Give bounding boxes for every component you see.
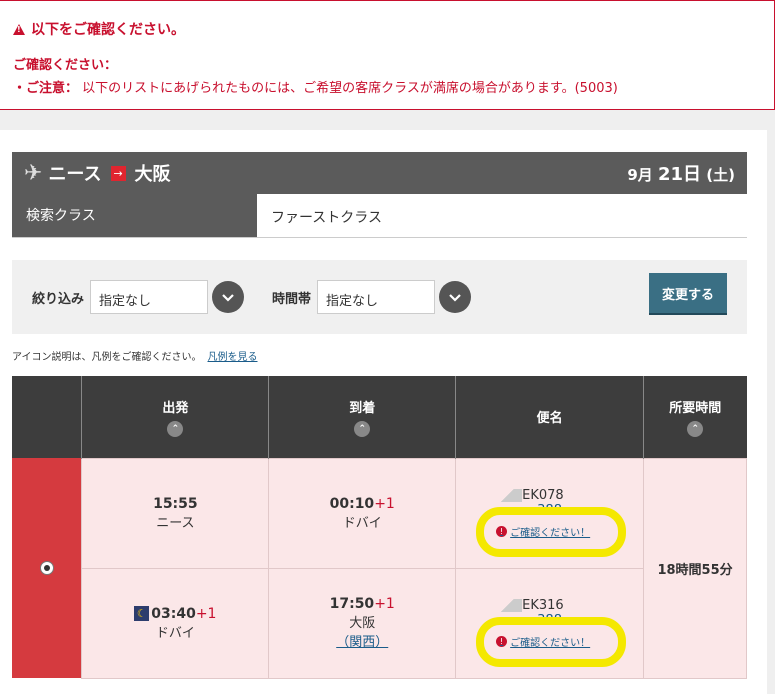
alert-subheading: ご確認ください： — [13, 58, 118, 73]
confirm-link[interactable]: ! ご確認ください！ — [496, 634, 643, 649]
route-arrow-icon: → — [110, 165, 126, 181]
route-origin: ニース — [48, 164, 102, 185]
results-panel: ✈ ニース → 大阪 9月 21日 (土) 検索クラス ファーストクラス 絞り込… — [0, 130, 767, 694]
arr-airport-link[interactable]: （関西） — [269, 631, 455, 650]
airline-tail-icon — [496, 488, 523, 502]
arrive-cell: 17:50+1 大阪 （関西） — [268, 567, 457, 679]
date-weekday: (土) — [706, 166, 735, 184]
date-month: 9月 — [627, 166, 653, 184]
arrive-header[interactable]: 到着 ⌃ — [268, 376, 457, 458]
arrive-header-label: 到着 — [349, 400, 376, 416]
depart-cell: 15:55 ニース — [81, 457, 270, 569]
dep-time: 03:40 — [151, 605, 196, 622]
depart-cell: ☾ 03:40+1 ドバイ — [81, 567, 270, 679]
narrow-label: 絞り込み — [32, 291, 85, 307]
depart-header-label: 出発 — [162, 400, 189, 416]
legend-link[interactable]: 凡例を見る — [208, 352, 258, 363]
narrow-select[interactable]: 指定なし — [90, 280, 209, 314]
legend-note: アイコン説明は、凡例をご確認ください。 凡例を見る — [12, 348, 258, 363]
chevron-down-icon — [449, 294, 461, 302]
arr-place: 大阪 — [349, 616, 376, 631]
flight-table: 出発 ⌃ 到着 ⌃ 便名 所要時間 ⌃ 15:55 ニース 00:10+1 ドバイ E… — [12, 376, 747, 679]
warning-icon — [13, 23, 25, 35]
chevron-down-icon — [222, 294, 234, 302]
duration-cell: 18時間55分 — [643, 457, 747, 679]
change-button[interactable]: 変更する — [649, 273, 727, 313]
depart-header[interactable]: 出発 ⌃ — [81, 376, 270, 458]
select-radio[interactable] — [39, 561, 54, 575]
filter-bar: 絞り込み 指定なし 時間帯 指定なし 変更する — [12, 260, 747, 334]
airplane-icon: ✈ — [24, 160, 43, 186]
alert-note: ・ご注意： 以下のリストにあげられたものには、ご希望の客席クラスが満席の場合があ… — [13, 77, 774, 96]
confirm-text: ご確認ください！ — [510, 637, 591, 649]
exclamation-icon: ! — [496, 635, 508, 647]
duration-header[interactable]: 所要時間 ⌃ — [643, 376, 747, 458]
date-day: 21日 — [657, 164, 702, 185]
dep-place: ドバイ — [155, 625, 195, 641]
exclamation-icon: ! — [496, 525, 508, 537]
narrow-dropdown-button[interactable] — [212, 281, 245, 313]
alert-note-text: 以下のリストにあげられたものには、ご希望の客席クラスが満席の場合があります。(5… — [82, 81, 618, 96]
flight-cell: EK316 388 ! ご確認ください！ — [455, 567, 645, 679]
confirm-link[interactable]: ! ご確認ください！ — [496, 524, 643, 539]
search-class-row: 検索クラス ファーストクラス — [12, 194, 747, 238]
flight-number: EK078 — [522, 487, 564, 503]
flight-header: 便名 — [455, 376, 645, 458]
search-class-label: 検索クラス — [12, 194, 257, 237]
flight-header-label: 便名 — [536, 411, 563, 427]
table-row: ☾ 03:40+1 ドバイ 17:50+1 大阪 （関西） EK316 388 !… — [12, 567, 747, 679]
arr-day-offset: +1 — [374, 596, 395, 612]
flight-number: EK316 — [522, 597, 564, 613]
arr-place: ドバイ — [342, 515, 382, 531]
alert-heading: 以下をご確認ください。 — [13, 19, 774, 39]
route-header: ✈ ニース → 大阪 9月 21日 (土) — [12, 152, 747, 194]
arr-day-offset: +1 — [374, 495, 395, 512]
route-date: 9月 21日 (土) — [627, 160, 735, 186]
time-label: 時間帯 — [272, 291, 312, 307]
table-header-row: 出発 ⌃ 到着 ⌃ 便名 所要時間 ⌃ — [12, 376, 747, 458]
route-destination: 大阪 — [134, 164, 171, 185]
airline-tail-icon — [496, 598, 523, 612]
sort-icon[interactable]: ⌃ — [167, 420, 184, 437]
dep-day-offset: +1 — [195, 605, 217, 622]
dep-place: ニース — [156, 515, 195, 531]
arrive-cell: 00:10+1 ドバイ — [268, 457, 457, 569]
aircraft-type: 388 — [537, 502, 562, 518]
time-dropdown-button[interactable] — [439, 281, 472, 313]
sort-icon[interactable]: ⌃ — [687, 420, 704, 437]
dep-time: 15:55 — [153, 495, 198, 512]
time-select[interactable]: 指定なし — [317, 280, 436, 314]
alert-box: 以下をご確認ください。 ご確認ください： ・ご注意： 以下のリストにあげられたも… — [0, 0, 775, 110]
alert-heading-text: 以下をご確認ください。 — [31, 22, 185, 38]
moon-icon: ☾ — [134, 606, 150, 621]
select-column-header — [12, 376, 83, 458]
arr-time: 00:10 — [329, 495, 375, 512]
flight-cell: EK078 388 ! ご確認ください！ — [455, 457, 645, 569]
sort-icon[interactable]: ⌃ — [354, 420, 371, 437]
alert-note-label: ・ご注意： — [13, 81, 79, 96]
aircraft-type: 388 — [537, 612, 562, 628]
duration-header-label: 所要時間 — [669, 400, 722, 416]
table-row: 15:55 ニース 00:10+1 ドバイ EK078 388 ! ご確認ください… — [12, 457, 747, 679]
select-cell[interactable] — [12, 458, 82, 678]
legend-text: アイコン説明は、凡例をご確認ください。 — [12, 352, 202, 363]
search-class-value: ファーストクラス — [257, 194, 747, 237]
arr-time: 17:50 — [329, 596, 375, 612]
confirm-text: ご確認ください！ — [510, 527, 591, 539]
